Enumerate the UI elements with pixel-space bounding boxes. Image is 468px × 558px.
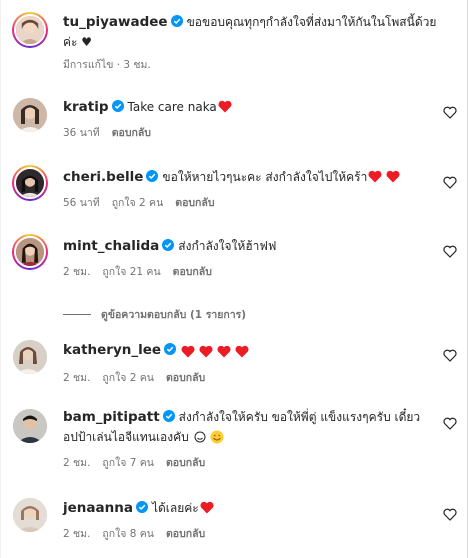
- comment-username[interactable]: bam_pitipatt: [63, 409, 160, 425]
- comment-likes[interactable]: ถูกใจ 7 คน: [102, 457, 154, 469]
- reply-button[interactable]: ตอบกลับ: [166, 457, 205, 469]
- like-heart-icon[interactable]: [443, 176, 457, 189]
- like-heart-icon[interactable]: [443, 349, 457, 362]
- comment-username[interactable]: kratip: [63, 99, 109, 115]
- reply-button[interactable]: ตอบกลับ: [112, 127, 151, 139]
- reply-button[interactable]: ตอบกลับ: [166, 372, 205, 384]
- verified-icon: [135, 501, 148, 513]
- avatar[interactable]: [13, 409, 47, 443]
- avatar[interactable]: [12, 12, 48, 48]
- caption-text: tu_piyawadee ขอขอบคุณทุกๆกำลังใจที่ส่งมาใ…: [63, 12, 457, 32]
- reply-button[interactable]: ตอบกลับ: [166, 528, 205, 540]
- view-replies-label: ดูข้อความตอบกลับ (1 รายการ): [101, 309, 247, 321]
- comment-time: 2 ชม.: [63, 457, 91, 469]
- comment-text-line2: อปป้าเล่นไอจีแทนเองคับ: [63, 430, 189, 444]
- smile-emoji: [194, 431, 206, 443]
- comment-text: ส่งกำลังใจให้ฮ้าฟฟ: [178, 239, 277, 253]
- red-hearts-emoji: [180, 342, 249, 362]
- verified-icon: [162, 239, 175, 251]
- verified-icon: [164, 343, 177, 355]
- comment-likes[interactable]: ถูกใจ 8 คน: [102, 528, 154, 540]
- divider-line: [63, 314, 91, 315]
- smiling-face-emoji: [210, 430, 224, 444]
- comment-time: 36 นาที: [63, 127, 100, 139]
- comments-panel: tu_piyawadee ขอขอบคุณทุกๆกำลังใจที่ส่งมาใ…: [0, 0, 468, 558]
- verified-icon: [111, 100, 124, 112]
- comment-time: 2 ชม.: [63, 266, 91, 278]
- caption-meta: มีการแก้ไข · 3 ชม.: [63, 59, 151, 71]
- view-replies-button[interactable]: ดูข้อความตอบกลับ (1 รายการ): [63, 306, 246, 323]
- red-heart-emoji: [386, 170, 400, 183]
- avatar[interactable]: [12, 165, 48, 201]
- verified-icon: [170, 15, 183, 27]
- like-heart-icon[interactable]: [443, 508, 457, 521]
- reply-button[interactable]: ตอบกลับ: [173, 266, 212, 278]
- comment-time: 2 ชม.: [63, 372, 91, 384]
- comment-username[interactable]: jenaanna: [63, 500, 133, 516]
- comment-time: 2 ชม.: [63, 528, 91, 540]
- comment-username[interactable]: mint_chalida: [63, 238, 159, 254]
- like-heart-icon[interactable]: [443, 417, 457, 430]
- caption-username[interactable]: tu_piyawadee: [63, 14, 168, 30]
- comment-username[interactable]: katheryn_lee: [63, 342, 161, 358]
- comment-text: ขอให้หายไวๆนะคะ ส่งกำลังใจไปให้คร้า: [162, 170, 368, 184]
- like-heart-icon[interactable]: [443, 106, 457, 119]
- comment-likes[interactable]: ถูกใจ 21 คน: [102, 266, 160, 278]
- verified-icon: [162, 410, 175, 422]
- caption-body: ขอขอบคุณทุกๆกำลังใจที่ส่งมาให้กันในโพสนี…: [186, 15, 437, 29]
- comment-time: 56 นาที: [63, 197, 100, 209]
- like-heart-icon[interactable]: [443, 245, 457, 258]
- comment-likes[interactable]: ถูกใจ 2 คน: [102, 372, 154, 384]
- avatar[interactable]: [13, 340, 47, 374]
- reply-button[interactable]: ตอบกลับ: [175, 197, 214, 209]
- caption-text-line2: ค่ะ ♥: [63, 35, 93, 49]
- comment-text: ส่งกำลังใจให้ครับ ขอให้พี่ตู่ แข็งแรงๆคร…: [178, 410, 421, 424]
- avatar[interactable]: [13, 98, 47, 132]
- comment-text: Take care naka: [127, 100, 217, 114]
- red-heart-emoji: [368, 170, 382, 183]
- avatar[interactable]: [12, 234, 48, 270]
- comment-username[interactable]: cheri.belle: [63, 169, 143, 185]
- comment-likes[interactable]: ถูกใจ 2 คน: [112, 197, 164, 209]
- verified-icon: [146, 170, 159, 182]
- red-heart-emoji: [218, 100, 232, 113]
- comment-text: ได้เลยค่ะ: [151, 501, 199, 515]
- red-heart-emoji: [200, 501, 214, 514]
- avatar[interactable]: [13, 498, 47, 532]
